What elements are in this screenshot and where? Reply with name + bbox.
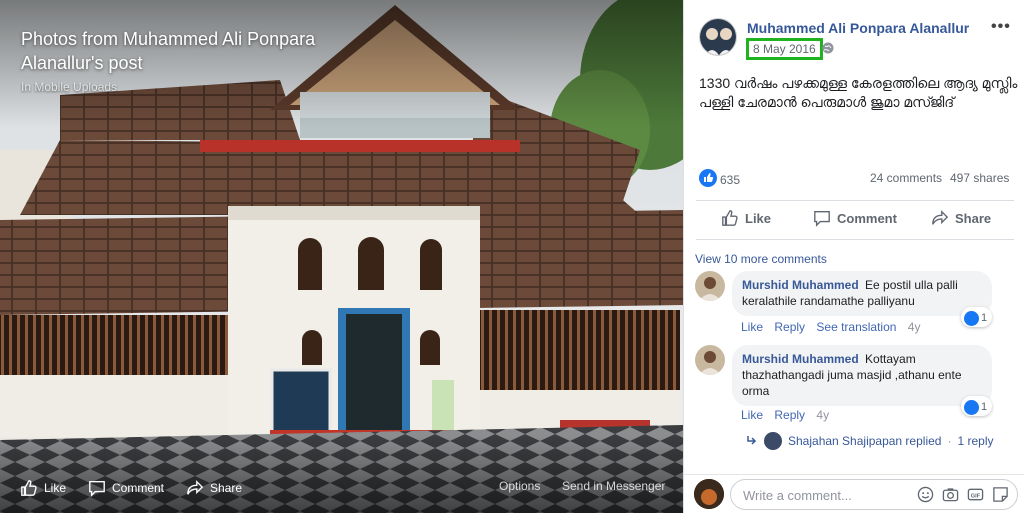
comment-age: 4y: [816, 408, 830, 422]
photo-post-title[interactable]: Photos from Muhammed Ali Ponpara Alanall…: [21, 27, 381, 75]
replier-avatar: [764, 432, 782, 450]
like-reaction-icon: [964, 310, 979, 326]
reply-separator: ·: [947, 434, 952, 448]
comment-item: Murshid Muhammed Kottayam thazhathangadi…: [695, 345, 1015, 425]
comment-input[interactable]: Write a comment... GIF: [730, 479, 1018, 510]
comment-reply-link[interactable]: Reply: [774, 320, 805, 334]
comment-like-link[interactable]: Like: [741, 408, 763, 422]
comment-input-placeholder: Write a comment...: [743, 488, 852, 503]
sticker-icon[interactable]: [992, 486, 1009, 503]
svg-text:GIF: GIF: [971, 493, 981, 499]
comment-reactions[interactable]: 1: [961, 307, 993, 327]
gif-icon[interactable]: GIF: [967, 486, 984, 503]
photo-share-button[interactable]: Share: [186, 479, 242, 497]
comment-composer: Write a comment... GIF: [684, 474, 1024, 513]
post-share-button[interactable]: Share: [931, 209, 991, 227]
share-icon: [932, 210, 949, 225]
post-comment-label: Comment: [837, 210, 897, 226]
replier-text: Shajahan Shajipapan replied: [788, 434, 942, 448]
reaction-count[interactable]: 635: [720, 173, 740, 187]
like-reaction-icon[interactable]: [699, 169, 717, 187]
commenter-name[interactable]: Murshid Muhammed: [742, 352, 859, 366]
comment-icon: [89, 481, 105, 497]
post-options-button[interactable]: •••: [991, 18, 1011, 36]
post-like-button[interactable]: Like: [721, 209, 771, 227]
comment-bubble: Murshid Muhammed Kottayam thazhathangadi…: [732, 345, 992, 406]
globe-icon: [822, 42, 834, 54]
camera-icon[interactable]: [942, 486, 959, 503]
commenter-avatar[interactable]: [695, 345, 725, 375]
post-comment-button[interactable]: Comment: [813, 209, 897, 227]
reply-arrow-icon: [747, 436, 757, 445]
comment-age: 4y: [907, 320, 921, 334]
emoji-icon[interactable]: [917, 486, 934, 503]
album-name[interactable]: In Mobile Uploads: [21, 80, 117, 94]
comment-reply-link[interactable]: Reply: [774, 408, 805, 422]
comment-item: Murshid Muhammed Ee postil ulla palli ke…: [695, 271, 1015, 335]
photo-share-label: Share: [210, 481, 243, 495]
view-replies-link[interactable]: Shajahan Shajipapan replied · 1 reply: [746, 432, 994, 450]
thumbs-up-icon: [21, 480, 37, 496]
commenter-avatar[interactable]: [695, 271, 725, 301]
comment-reaction-count: 1: [981, 312, 988, 324]
post-date-link[interactable]: 8 May 2016: [746, 38, 823, 60]
post-header: Muhammed Ali Ponpara Alanallur 8 May 201…: [684, 0, 1024, 66]
post-like-label: Like: [745, 210, 772, 226]
photo-like-label: Like: [44, 481, 67, 495]
comment-meta: Like Reply See translation 4y: [741, 320, 928, 334]
comment-reactions[interactable]: 1: [961, 396, 993, 416]
photo-comment-label: Comment: [112, 481, 165, 495]
photo-options-label: Options: [499, 479, 541, 493]
commenter-name[interactable]: Murshid Muhammed: [742, 278, 859, 292]
thumbs-up-icon: [722, 210, 738, 226]
comment-bubble: Murshid Muhammed Ee postil ulla palli ke…: [732, 271, 992, 316]
author-avatar[interactable]: [699, 18, 737, 56]
like-reaction-icon: [964, 399, 979, 415]
current-user-avatar: [694, 479, 724, 509]
view-more-comments-link[interactable]: View 10 more comments: [695, 252, 827, 266]
post-action-bar: Like Comment Share: [696, 200, 1014, 240]
photo-comment-button[interactable]: Comment: [88, 479, 164, 497]
shares-count-link[interactable]: 497 shares: [950, 171, 1009, 185]
comment-like-link[interactable]: Like: [741, 320, 763, 334]
post-panel: Muhammed Ali Ponpara Alanallur 8 May 201…: [683, 0, 1024, 513]
photo-viewer: Photos from Muhammed Ali Ponpara Alanall…: [0, 0, 683, 513]
comments-count-link[interactable]: 24 comments: [870, 171, 942, 185]
share-icon: [187, 480, 204, 495]
send-in-messenger-button[interactable]: Send in Messenger: [562, 479, 665, 493]
photo-options-button[interactable]: Options: [499, 479, 540, 493]
reply-count: 1 reply: [957, 434, 994, 448]
photo-like-button[interactable]: Like: [20, 479, 66, 497]
see-translation-link[interactable]: See translation: [816, 320, 896, 334]
post-author-link[interactable]: Muhammed Ali Ponpara Alanallur: [747, 20, 969, 36]
post-counts: 635 24 comments 497 shares: [699, 168, 1011, 188]
post-share-label: Share: [955, 210, 992, 226]
photo-action-bar: Like Comment Share Options Send in Messe…: [0, 470, 683, 504]
composer-tools: GIF: [917, 486, 1009, 503]
post-text: 1330 വർഷം പഴക്കമുള്ള കേരളത്തിലെ ആദ്യ മുസ…: [699, 75, 1018, 110]
comment-meta: Like Reply 4y: [741, 408, 837, 422]
comment-reaction-count: 1: [981, 401, 988, 413]
mosque-photo[interactable]: [0, 0, 683, 513]
comment-icon: [814, 211, 830, 227]
send-in-messenger-label: Send in Messenger: [562, 479, 666, 493]
